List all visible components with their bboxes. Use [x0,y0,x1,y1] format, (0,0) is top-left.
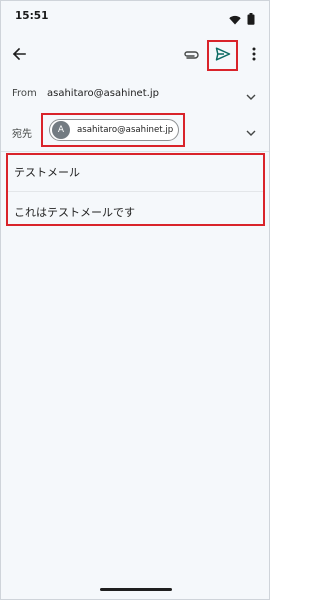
back-button[interactable] [7,43,31,67]
more-vertical-icon [252,46,256,65]
recipient-email: asahitaro@asahinet.jp [77,125,174,135]
compose-toolbar [1,37,269,73]
attach-button[interactable] [179,43,203,67]
subject-divider [8,191,263,192]
chevron-down-icon [246,121,256,140]
from-address[interactable]: asahitaro@asahinet.jp [47,88,159,99]
from-expand-button[interactable] [244,87,258,101]
status-icons [229,10,255,29]
status-bar: 15:51 [1,1,269,31]
chevron-down-icon [246,85,256,104]
compose-screen: 15:51 From asahitaro@asahinet.jp 宛先 A as… [0,0,270,600]
wifi-icon [229,10,241,29]
send-icon [215,46,231,65]
body-field[interactable]: これはテストメールです [14,204,135,220]
to-expand-button[interactable] [244,123,258,137]
compose-highlight: テストメール これはテストメールです [6,153,265,226]
arrow-left-icon [12,46,26,65]
subject-field[interactable]: テストメール [14,164,80,180]
battery-icon [247,10,255,29]
send-button[interactable] [207,40,238,71]
recipient-chip[interactable]: A asahitaro@asahinet.jp [49,119,179,141]
avatar: A [52,121,70,139]
paperclip-icon [183,46,199,65]
to-label: 宛先 [12,129,32,140]
recipient-highlight: A asahitaro@asahinet.jp [41,113,185,147]
status-time: 15:51 [15,10,49,22]
from-label: From [12,88,37,99]
home-indicator[interactable] [100,588,172,591]
header-divider [1,151,269,152]
more-options-button[interactable] [245,43,263,67]
